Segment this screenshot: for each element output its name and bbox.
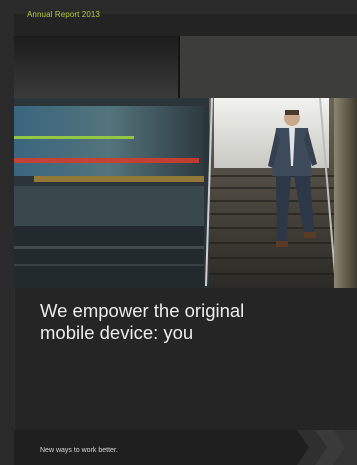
headline-line-1: We empower the original bbox=[40, 300, 245, 321]
report-cover: Annual Report 2013 We empower the origin… bbox=[0, 0, 357, 465]
chevron-graphic-icon bbox=[297, 430, 357, 465]
cover-photo bbox=[14, 36, 357, 288]
cover-headline: We empower the original mobile device: y… bbox=[40, 300, 340, 344]
headline-line-2: mobile device: you bbox=[40, 322, 194, 343]
report-year-label: Annual Report 2013 bbox=[27, 10, 100, 19]
cover-tagline: New ways to work better. bbox=[40, 447, 118, 454]
